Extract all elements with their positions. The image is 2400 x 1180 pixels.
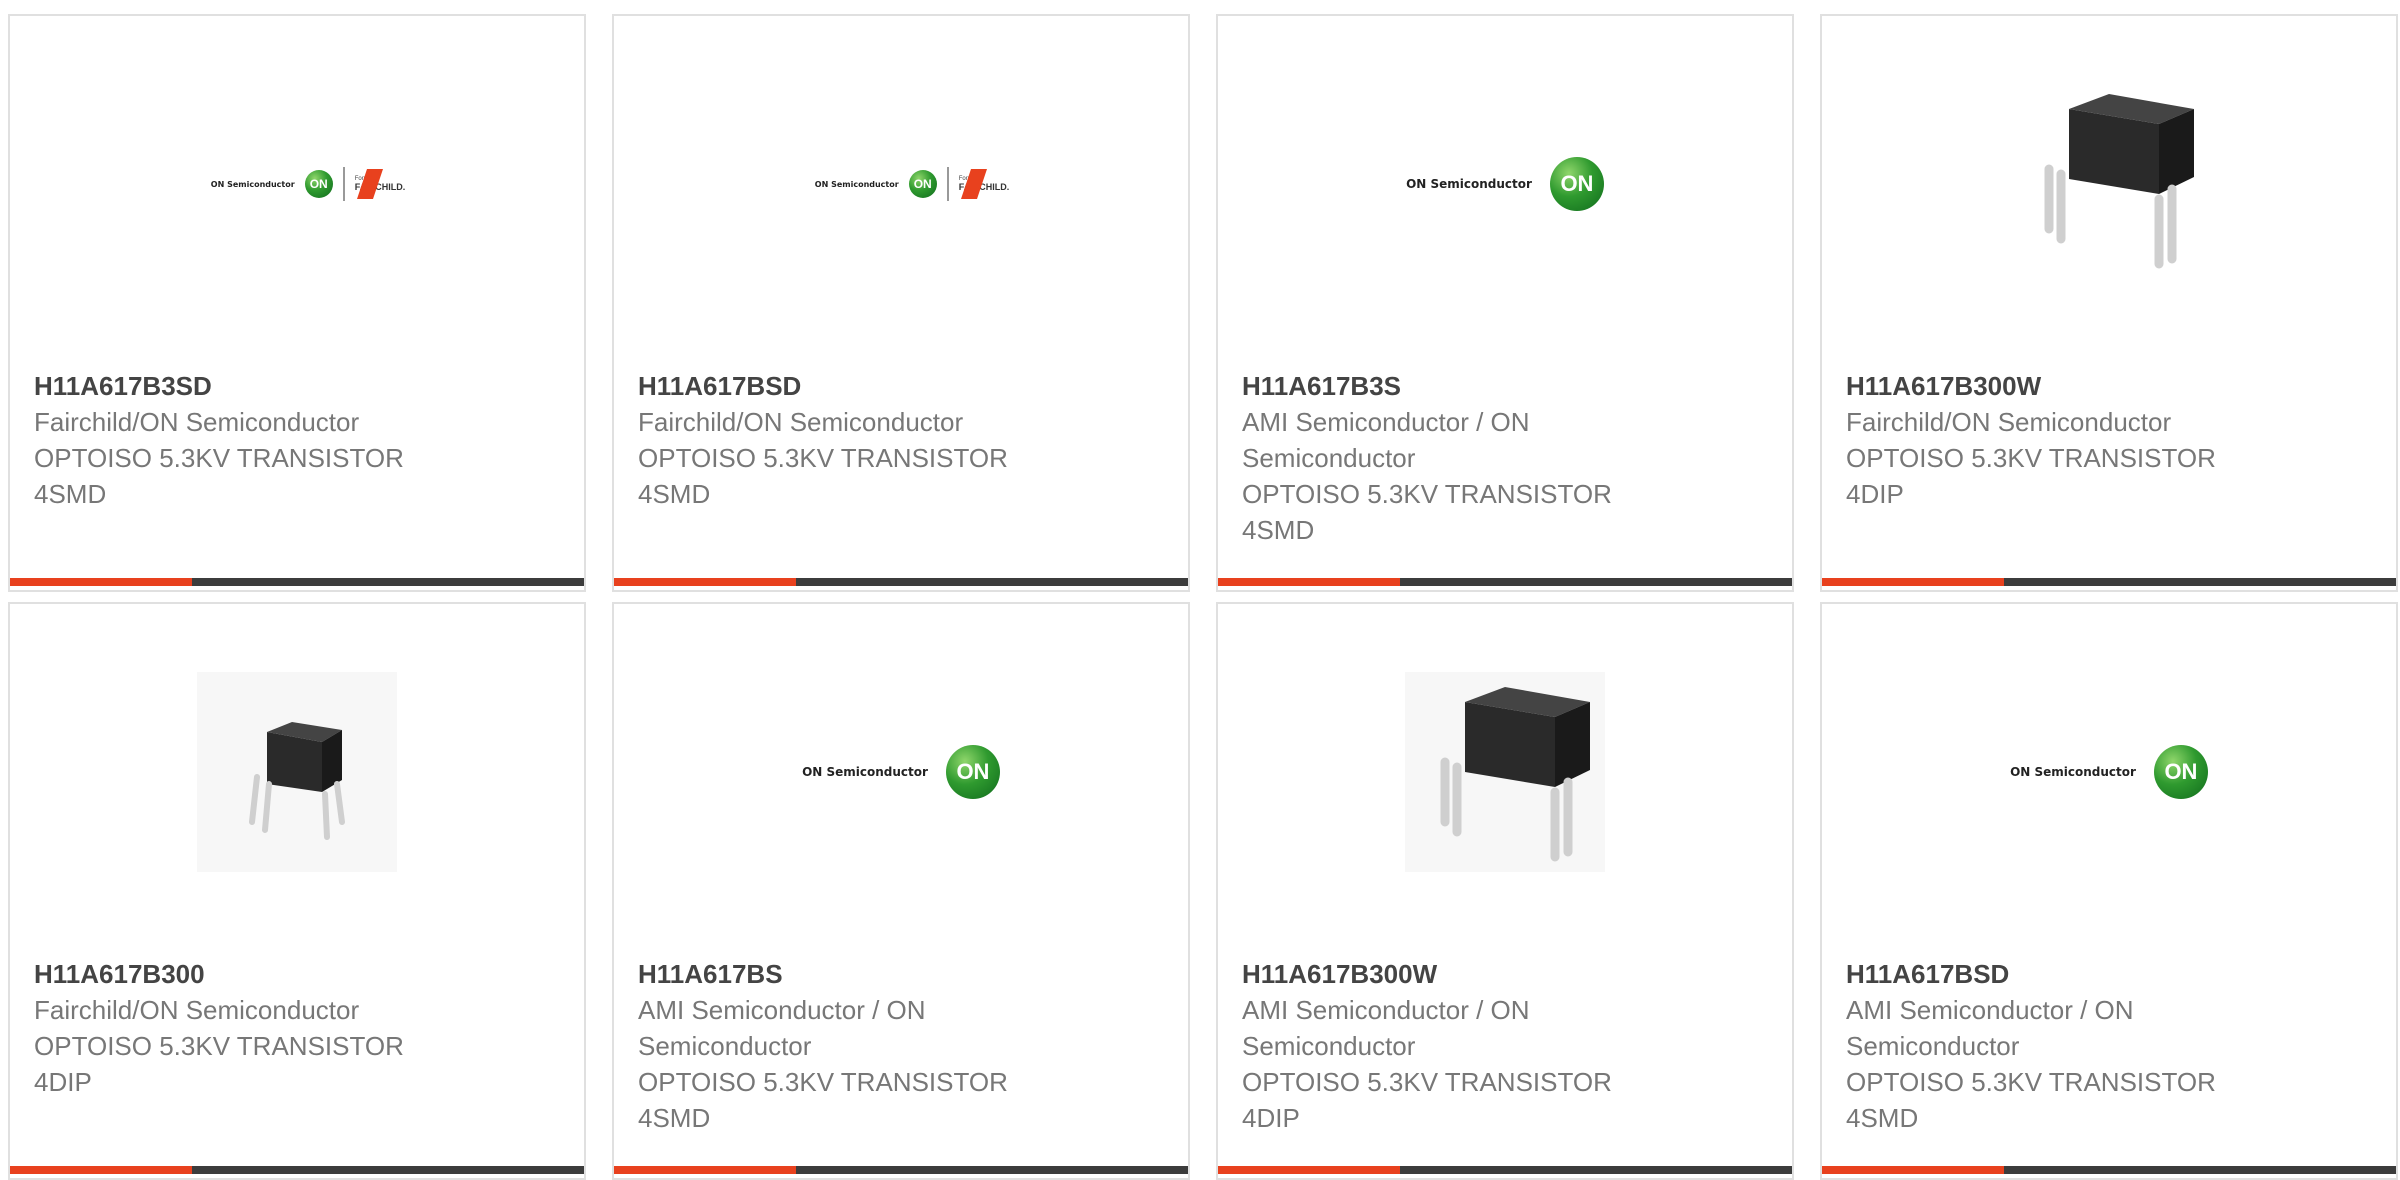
card-footer-bar	[1218, 578, 1792, 586]
manufacturer-text: AMI Semiconductor / ON Semiconductor	[638, 995, 926, 1061]
card-footer-bar	[10, 1166, 584, 1174]
product-card[interactable]: H11A617B300 Fairchild/ON Semiconductor O…	[8, 602, 586, 1180]
small-dip-chip-photo	[197, 672, 397, 872]
product-card[interactable]: ON Semiconductor ON H11A617BS AMI Semico…	[612, 602, 1190, 1180]
description-text: OPTOISO 5.3KV TRANSISTOR	[1846, 1067, 2216, 1097]
package-text: 4DIP	[1846, 479, 1904, 509]
product-card[interactable]: ON Semiconductor ON H11A617B3S AMI Semic…	[1216, 14, 1794, 592]
on-semiconductor-text: ON Semiconductor	[814, 179, 899, 189]
product-image[interactable]	[10, 604, 584, 940]
on-semiconductor-logo: ON Semiconductor ON	[1406, 157, 1604, 211]
manufacturer-text: Fairchild/ON Semiconductor	[34, 995, 360, 1025]
on-semiconductor-text: ON Semiconductor	[2010, 765, 2136, 779]
product-image[interactable]	[1218, 604, 1792, 940]
package-text: 4DIP	[1242, 1103, 1300, 1133]
on-fairchild-logo: ON Semiconductor ON Formerly FAIRCHILD.	[814, 167, 1009, 201]
on-semiconductor-text: ON Semiconductor	[210, 179, 295, 189]
description-text: OPTOISO 5.3KV TRANSISTOR	[1242, 1067, 1612, 1097]
manufacturer-text: Fairchild/ON Semiconductor	[638, 407, 964, 437]
on-semiconductor-logo: ON Semiconductor ON	[2010, 745, 2208, 799]
card-footer-bar	[614, 1166, 1188, 1174]
product-card[interactable]: ON Semiconductor ON Formerly FAIRCHILD. …	[612, 14, 1190, 592]
description-text: OPTOISO 5.3KV TRANSISTOR	[638, 1067, 1008, 1097]
manufacturer-text: AMI Semiconductor / ON Semiconductor	[1242, 995, 1530, 1061]
product-image[interactable]: ON Semiconductor ON	[1822, 604, 2396, 940]
on-logo-icon: ON	[2153, 745, 2208, 799]
on-semiconductor-text: ON Semiconductor	[1406, 177, 1532, 191]
on-semiconductor-text: ON Semiconductor	[802, 765, 928, 779]
product-image[interactable]: ON Semiconductor ON	[614, 604, 1188, 940]
on-logo-icon: ON	[945, 745, 1000, 799]
manufacturer-text: Fairchild/ON Semiconductor	[1846, 407, 2172, 437]
manufacturer-text: AMI Semiconductor / ON Semiconductor	[1242, 407, 1530, 473]
product-card[interactable]: H11A617B300W AMI Semiconductor / ON Semi…	[1216, 602, 1794, 1180]
package-text: 4DIP	[34, 1067, 92, 1097]
fairchild-slash-icon	[961, 169, 988, 199]
product-image[interactable]: ON Semiconductor ON	[1218, 16, 1792, 352]
part-number-link[interactable]: H11A617BS	[638, 956, 1164, 992]
part-number-link[interactable]: H11A617B3SD	[34, 368, 560, 404]
part-number-link[interactable]: H11A617B300W	[1846, 368, 2372, 404]
part-number-link[interactable]: H11A617B300	[34, 956, 560, 992]
on-fairchild-logo: ON Semiconductor ON Formerly FAIRCHILD.	[210, 167, 405, 201]
on-logo-icon: ON	[304, 170, 333, 198]
product-image[interactable]: ON Semiconductor ON Formerly FAIRCHILD.	[10, 16, 584, 352]
part-number-link[interactable]: H11A617BSD	[1846, 956, 2372, 992]
part-number-link[interactable]: H11A617BSD	[638, 368, 1164, 404]
on-logo-icon: ON	[908, 170, 937, 198]
on-logo-icon: ON	[1549, 157, 1604, 211]
card-footer-bar	[1218, 1166, 1792, 1174]
package-text: 4SMD	[638, 1103, 711, 1133]
description-text: OPTOISO 5.3KV TRANSISTOR	[1846, 443, 2216, 473]
part-number-link[interactable]: H11A617B300W	[1242, 956, 1768, 992]
product-card[interactable]: ON Semiconductor ON H11A617BSD AMI Semic…	[1820, 602, 2398, 1180]
package-text: 4SMD	[638, 479, 711, 509]
product-card[interactable]: ON Semiconductor ON Formerly FAIRCHILD. …	[8, 14, 586, 592]
package-text: 4SMD	[1242, 515, 1315, 545]
product-image[interactable]	[1822, 16, 2396, 352]
description-text: OPTOISO 5.3KV TRANSISTOR	[638, 443, 1008, 473]
product-card[interactable]: H11A617B300W Fairchild/ON Semiconductor …	[1820, 14, 2398, 592]
manufacturer-text: Fairchild/ON Semiconductor	[34, 407, 360, 437]
card-footer-bar	[614, 578, 1188, 586]
package-text: 4SMD	[34, 479, 107, 509]
product-image[interactable]: ON Semiconductor ON Formerly FAIRCHILD.	[614, 16, 1188, 352]
description-text: OPTOISO 5.3KV TRANSISTOR	[34, 443, 404, 473]
dip-chip-photo	[1405, 672, 1605, 872]
package-text: 4SMD	[1846, 1103, 1919, 1133]
dip-chip-photo	[2044, 94, 2194, 269]
fairchild-slash-icon	[357, 169, 384, 199]
card-footer-bar	[1822, 578, 2396, 586]
on-semiconductor-logo: ON Semiconductor ON	[802, 745, 1000, 799]
card-footer-bar	[1822, 1166, 2396, 1174]
description-text: OPTOISO 5.3KV TRANSISTOR	[1242, 479, 1612, 509]
description-text: OPTOISO 5.3KV TRANSISTOR	[34, 1031, 404, 1061]
part-number-link[interactable]: H11A617B3S	[1242, 368, 1768, 404]
manufacturer-text: AMI Semiconductor / ON Semiconductor	[1846, 995, 2134, 1061]
card-footer-bar	[10, 578, 584, 586]
